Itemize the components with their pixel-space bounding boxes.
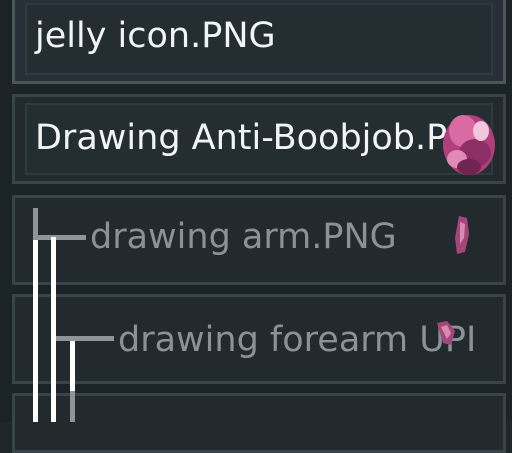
tree-connector-vertical-1-white bbox=[33, 240, 38, 422]
tree-connector-vertical-2 bbox=[51, 237, 56, 422]
tree-connector-horizontal-2 bbox=[56, 336, 114, 341]
layer-row-partial[interactable] bbox=[12, 393, 506, 453]
layer-name-label: drawing forearm UPI bbox=[118, 320, 477, 360]
pink-forearm-thumbnail-icon bbox=[437, 321, 455, 345]
layer-name-label: Drawing Anti-Boobjob.PN bbox=[35, 118, 474, 158]
pink-figure-thumbnail-icon bbox=[443, 115, 495, 175]
tree-connector-horizontal-1 bbox=[38, 235, 86, 240]
layer-row-drawing-arm[interactable]: drawing arm.PNG bbox=[12, 195, 506, 285]
tree-connector-vertical-3 bbox=[70, 341, 75, 391]
pink-arm-thumbnail-icon bbox=[455, 216, 469, 254]
layer-list-panel: jelly icon.PNG Drawing Anti-Boobjob.PN d… bbox=[0, 0, 512, 453]
layer-name-label: jelly icon.PNG bbox=[35, 16, 276, 56]
layer-row-jelly-icon[interactable]: jelly icon.PNG bbox=[12, 0, 506, 84]
tree-connector-vertical-3-grey bbox=[70, 391, 75, 422]
layer-row-drawing-anti-boobjob[interactable]: Drawing Anti-Boobjob.PN bbox=[12, 94, 506, 184]
layer-name-label: drawing arm.PNG bbox=[90, 217, 397, 257]
